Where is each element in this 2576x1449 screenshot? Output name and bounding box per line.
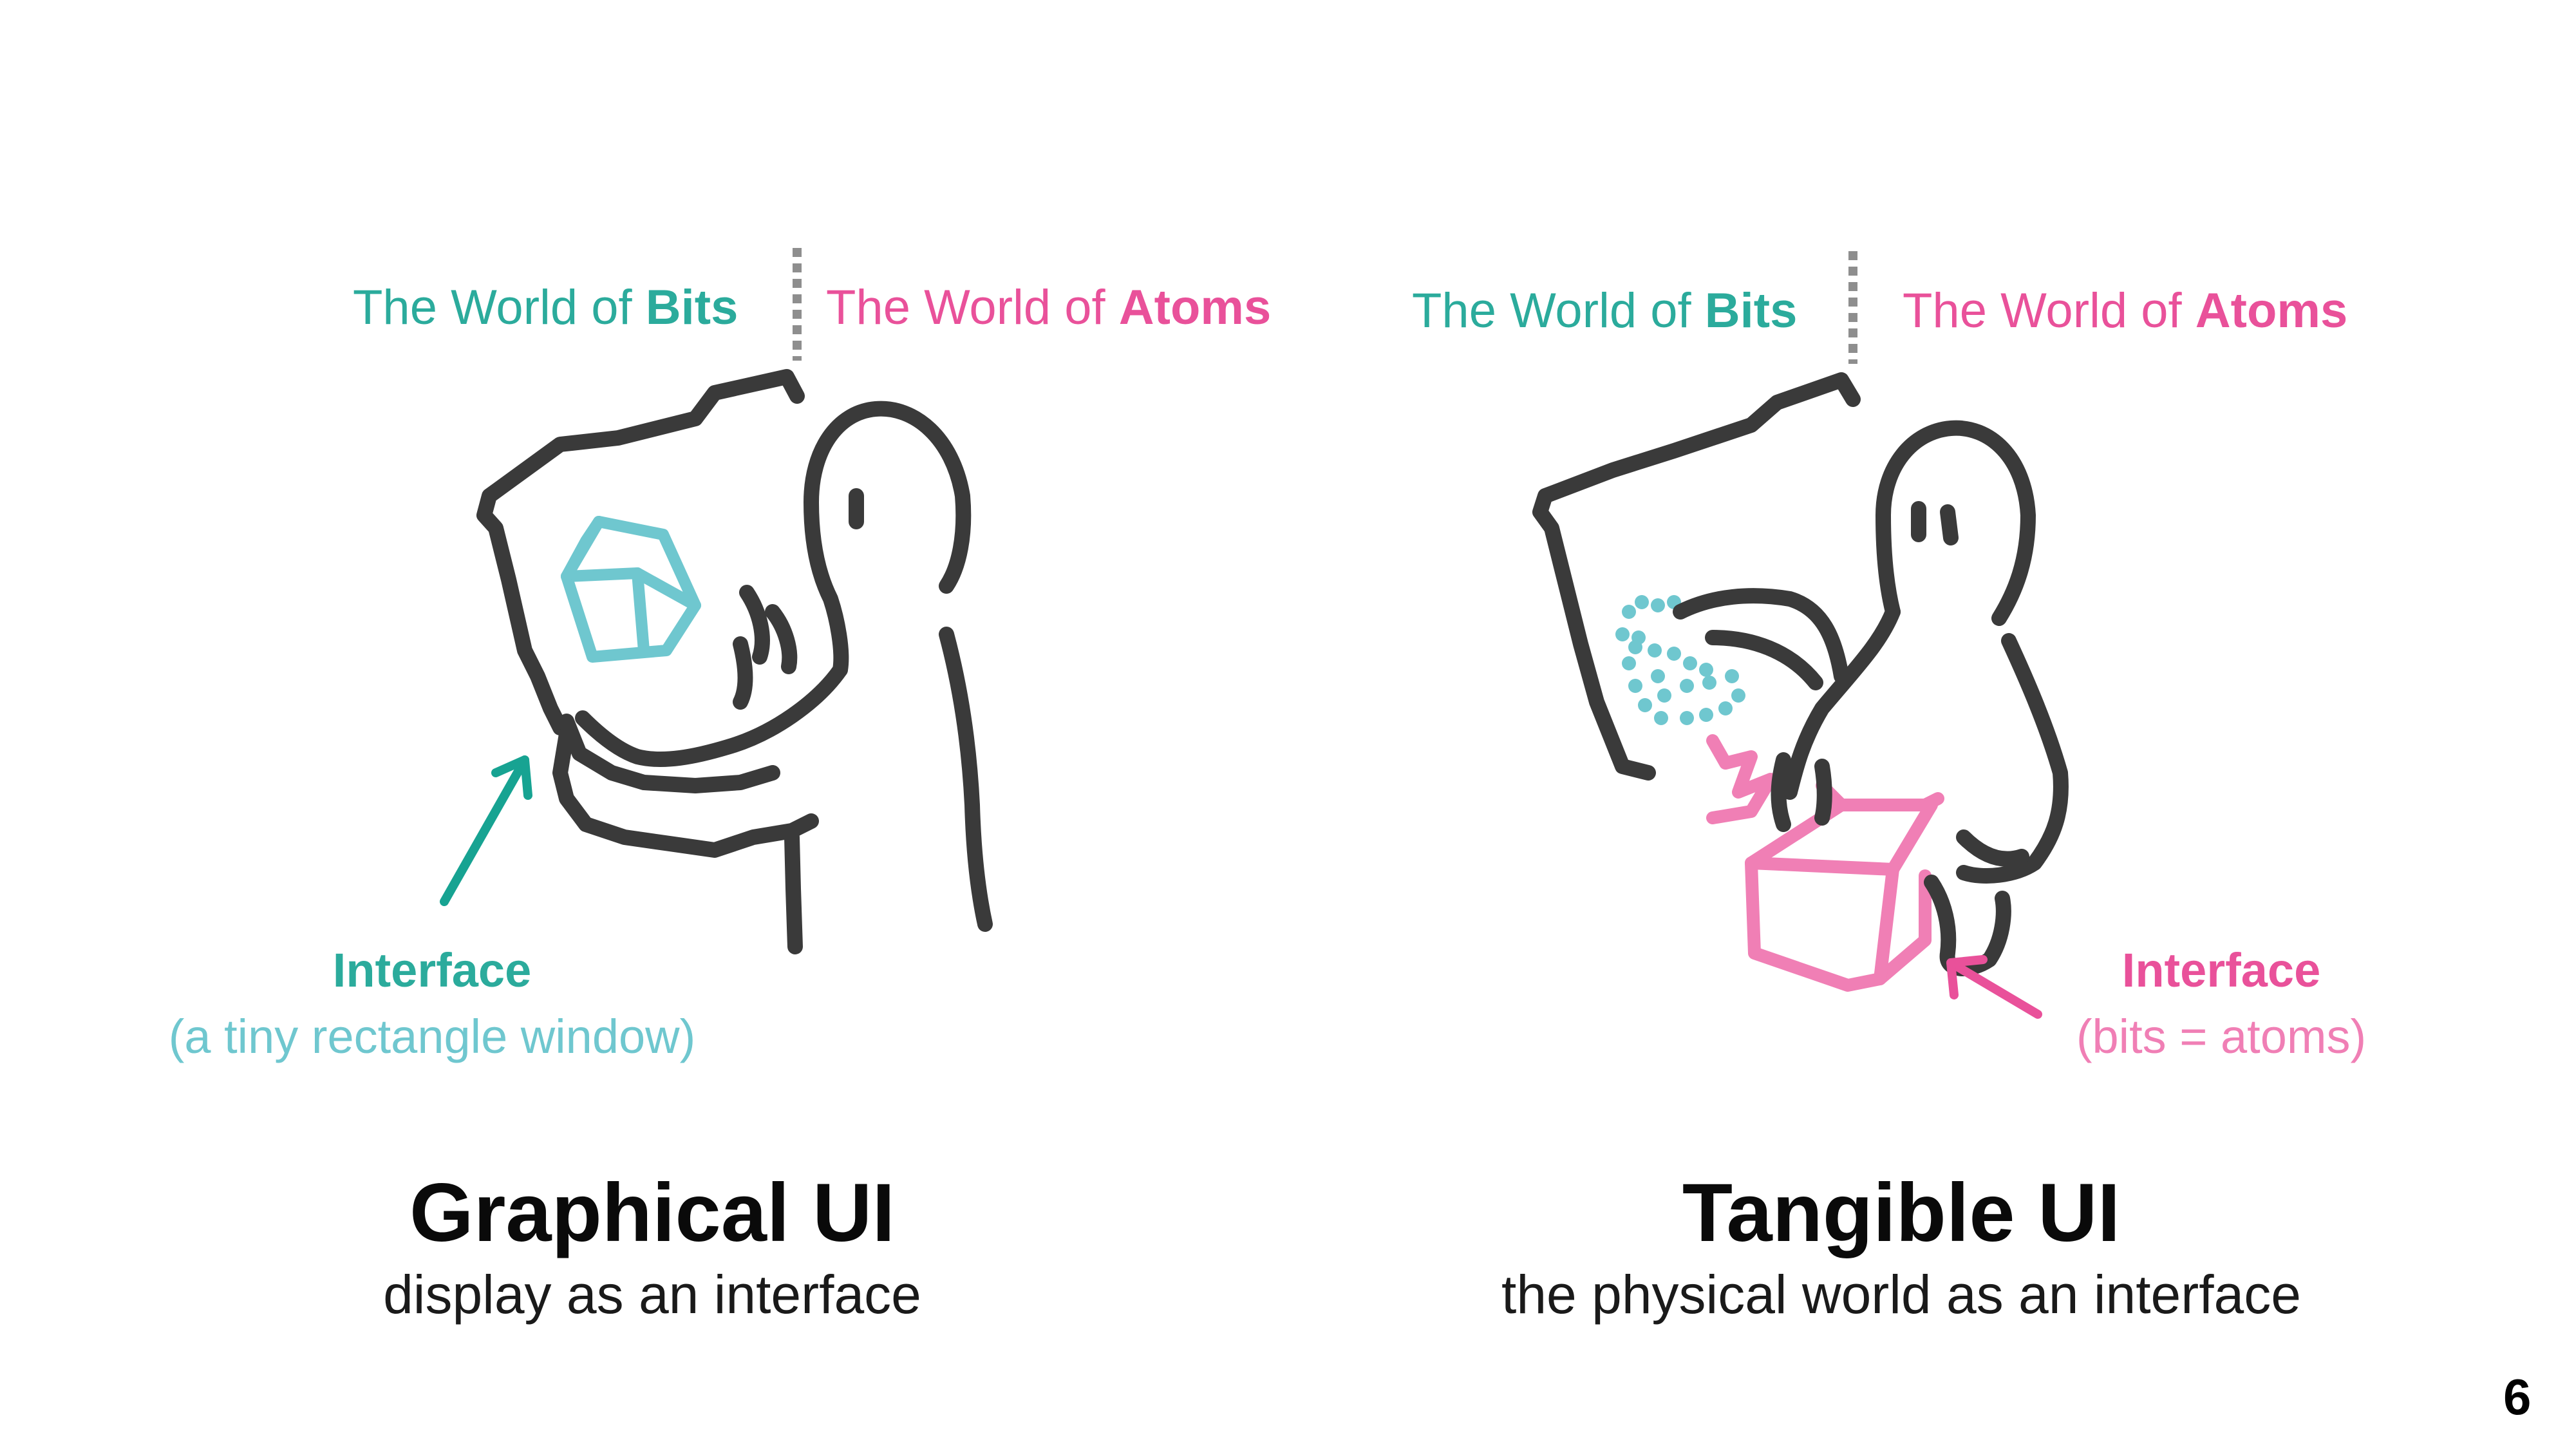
graphical-ui-sketch <box>440 248 993 954</box>
interface-label-left: Interface <box>332 943 532 997</box>
graphical-ui-title: Graphical UI <box>409 1167 895 1259</box>
person-eye-right <box>1911 501 1959 545</box>
bits-prefix: The World of <box>1412 283 1705 338</box>
person-fingers <box>733 585 798 710</box>
interface-note-left: (a tiny rectangle window) <box>168 1010 696 1063</box>
atoms-word: Atoms <box>2195 283 2348 338</box>
atoms-word: Atoms <box>1118 280 1272 335</box>
bits-word: Bits <box>1704 283 1798 338</box>
graphical-ui-subtitle: display as an interface <box>383 1264 921 1325</box>
person-back <box>939 627 993 932</box>
interface-arrow-pink <box>1946 955 2042 1019</box>
atoms-prefix: The World of <box>826 280 1119 335</box>
digital-cube-icon <box>561 516 701 663</box>
person-arm-hand <box>575 662 848 767</box>
tangible-ui-sketch <box>1532 251 2069 1019</box>
bits-word: Bits <box>645 280 738 335</box>
world-of-bits-label-left: The World of Bits <box>353 283 738 332</box>
interface-arrow-teal <box>440 755 532 906</box>
tangible-ui-subtitle: the physical world as an interface <box>1501 1264 2301 1325</box>
world-of-atoms-label-right: The World of Atoms <box>1903 287 2347 336</box>
bits-prefix: The World of <box>353 280 646 335</box>
interface-note-right: (bits = atoms) <box>2076 1010 2367 1063</box>
monitor-outline-right <box>1532 372 1861 781</box>
interface-label-right: Interface <box>2121 943 2321 997</box>
tangible-ui-title: Tangible UI <box>1682 1167 2121 1259</box>
person-lower-hand <box>1924 829 2029 976</box>
page-number: 6 <box>2503 1368 2532 1425</box>
world-of-bits-label-right: The World of Bits <box>1412 287 1797 336</box>
person-leg <box>784 829 803 954</box>
world-of-atoms-label-left: The World of Atoms <box>826 283 1271 332</box>
atoms-prefix: The World of <box>1903 283 2195 338</box>
bits-to-atoms-arrow <box>1706 734 1777 824</box>
